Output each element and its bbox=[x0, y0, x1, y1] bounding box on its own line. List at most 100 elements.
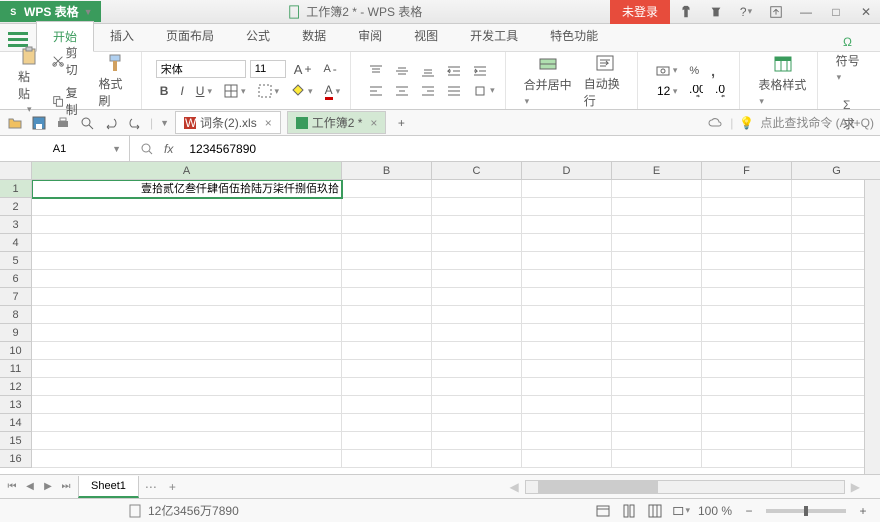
col-header-F[interactable]: F bbox=[702, 162, 792, 180]
col-header-A[interactable]: A bbox=[32, 162, 342, 180]
close-icon[interactable]: × bbox=[265, 116, 272, 130]
row-header-11[interactable]: 11 bbox=[0, 360, 32, 378]
cell-E9[interactable] bbox=[612, 324, 702, 342]
font-size-select[interactable] bbox=[250, 60, 286, 78]
cell-B4[interactable] bbox=[342, 234, 432, 252]
cell-E7[interactable] bbox=[612, 288, 702, 306]
cell-C2[interactable] bbox=[432, 198, 522, 216]
font-color-button[interactable]: A▾ bbox=[321, 81, 345, 102]
col-header-E[interactable]: E bbox=[612, 162, 702, 180]
cells-area[interactable]: 壹拾贰亿叁仟肆佰伍拾陆万柒仟捌佰玖拾 bbox=[32, 180, 880, 468]
cell-D15[interactable] bbox=[522, 432, 612, 450]
row-header-10[interactable]: 10 bbox=[0, 342, 32, 360]
undo-button[interactable] bbox=[102, 114, 120, 132]
justify-button[interactable] bbox=[443, 82, 465, 100]
col-header-G[interactable]: G bbox=[792, 162, 880, 180]
cell-D3[interactable] bbox=[522, 216, 612, 234]
cell-B15[interactable] bbox=[342, 432, 432, 450]
minimize-button[interactable]: — bbox=[792, 0, 820, 24]
align-right-button[interactable] bbox=[417, 82, 439, 100]
cell-A2[interactable] bbox=[32, 198, 342, 216]
fx-icon[interactable]: fx bbox=[164, 142, 173, 156]
zoom-level[interactable]: 100 % bbox=[698, 504, 732, 518]
print-button[interactable] bbox=[54, 114, 72, 132]
doctab-0[interactable]: W 词条(2).xls × bbox=[175, 111, 281, 134]
cell-A13[interactable] bbox=[32, 396, 342, 414]
cell-D10[interactable] bbox=[522, 342, 612, 360]
print-preview-button[interactable] bbox=[78, 114, 96, 132]
cell-F12[interactable] bbox=[702, 378, 792, 396]
name-box[interactable]: ▼ bbox=[0, 136, 130, 161]
cell-B11[interactable] bbox=[342, 360, 432, 378]
cell-B13[interactable] bbox=[342, 396, 432, 414]
cell-A8[interactable] bbox=[32, 306, 342, 324]
menu-页面布局[interactable]: 页面布局 bbox=[150, 21, 230, 51]
formula-input[interactable] bbox=[181, 142, 880, 156]
cell-B8[interactable] bbox=[342, 306, 432, 324]
cell-F5[interactable] bbox=[702, 252, 792, 270]
percent-button[interactable]: % bbox=[685, 63, 703, 79]
open-button[interactable] bbox=[6, 114, 24, 132]
sheet-nav-prev-button[interactable]: ◀ bbox=[22, 479, 38, 495]
decrease-decimal-button[interactable]: .0 bbox=[711, 83, 733, 101]
row-header-3[interactable]: 3 bbox=[0, 216, 32, 234]
select-all-corner[interactable] bbox=[0, 162, 32, 180]
cell-B1[interactable] bbox=[342, 180, 432, 198]
redo-button[interactable] bbox=[126, 114, 144, 132]
cell-B14[interactable] bbox=[342, 414, 432, 432]
horizontal-scrollbar[interactable] bbox=[525, 480, 845, 494]
orientation-button[interactable]: ▾ bbox=[469, 82, 499, 100]
align-bottom-button[interactable] bbox=[417, 62, 439, 80]
cell-C4[interactable] bbox=[432, 234, 522, 252]
cell-D1[interactable] bbox=[522, 180, 612, 198]
maximize-button[interactable]: □ bbox=[822, 0, 850, 24]
cell-A10[interactable] bbox=[32, 342, 342, 360]
cell-F7[interactable] bbox=[702, 288, 792, 306]
cell-A1[interactable]: 壹拾贰亿叁仟肆佰伍拾陆万柒仟捌佰玖拾 bbox=[32, 180, 342, 198]
wrap-text-button[interactable]: 自动换行 bbox=[580, 49, 631, 113]
cell-D11[interactable] bbox=[522, 360, 612, 378]
number-format-button[interactable]: 123▾ bbox=[652, 83, 682, 101]
row-header-9[interactable]: 9 bbox=[0, 324, 32, 342]
cell-B7[interactable] bbox=[342, 288, 432, 306]
sheet-tab-active[interactable]: Sheet1 bbox=[78, 476, 139, 498]
sheet-nav-last-button[interactable]: ⏭ bbox=[58, 479, 74, 495]
italic-button[interactable]: I bbox=[176, 82, 187, 100]
cell-C5[interactable] bbox=[432, 252, 522, 270]
cell-A11[interactable] bbox=[32, 360, 342, 378]
cell-style-button[interactable]: ▾ bbox=[254, 82, 284, 100]
cell-D9[interactable] bbox=[522, 324, 612, 342]
cell-C6[interactable] bbox=[432, 270, 522, 288]
menu-公式[interactable]: 公式 bbox=[230, 21, 286, 51]
cell-A14[interactable] bbox=[32, 414, 342, 432]
row-header-4[interactable]: 4 bbox=[0, 234, 32, 252]
view-break-button[interactable] bbox=[646, 502, 664, 520]
cloud-icon[interactable] bbox=[706, 114, 724, 132]
cell-A15[interactable] bbox=[32, 432, 342, 450]
cell-B12[interactable] bbox=[342, 378, 432, 396]
cell-C11[interactable] bbox=[432, 360, 522, 378]
cell-E12[interactable] bbox=[612, 378, 702, 396]
border-button[interactable]: ▾ bbox=[220, 82, 250, 100]
close-button[interactable]: ✕ bbox=[852, 0, 880, 24]
cell-D4[interactable] bbox=[522, 234, 612, 252]
fx-search-icon[interactable] bbox=[138, 140, 156, 158]
vertical-scrollbar[interactable] bbox=[864, 180, 880, 474]
cell-D16[interactable] bbox=[522, 450, 612, 468]
cell-F6[interactable] bbox=[702, 270, 792, 288]
align-center-button[interactable] bbox=[391, 82, 413, 100]
cell-F4[interactable] bbox=[702, 234, 792, 252]
sheet-menu-button[interactable]: ⋯ bbox=[139, 480, 163, 494]
sheet-add-button[interactable]: + bbox=[163, 480, 182, 494]
cell-A6[interactable] bbox=[32, 270, 342, 288]
align-middle-button[interactable] bbox=[391, 62, 413, 80]
cell-A4[interactable] bbox=[32, 234, 342, 252]
cell-E4[interactable] bbox=[612, 234, 702, 252]
row-header-15[interactable]: 15 bbox=[0, 432, 32, 450]
table-style-button[interactable]: 表格样式▾ bbox=[754, 50, 810, 111]
currency-button[interactable]: ▾ bbox=[652, 62, 682, 80]
cell-C16[interactable] bbox=[432, 450, 522, 468]
cell-F16[interactable] bbox=[702, 450, 792, 468]
cell-F13[interactable] bbox=[702, 396, 792, 414]
row-header-16[interactable]: 16 bbox=[0, 450, 32, 468]
